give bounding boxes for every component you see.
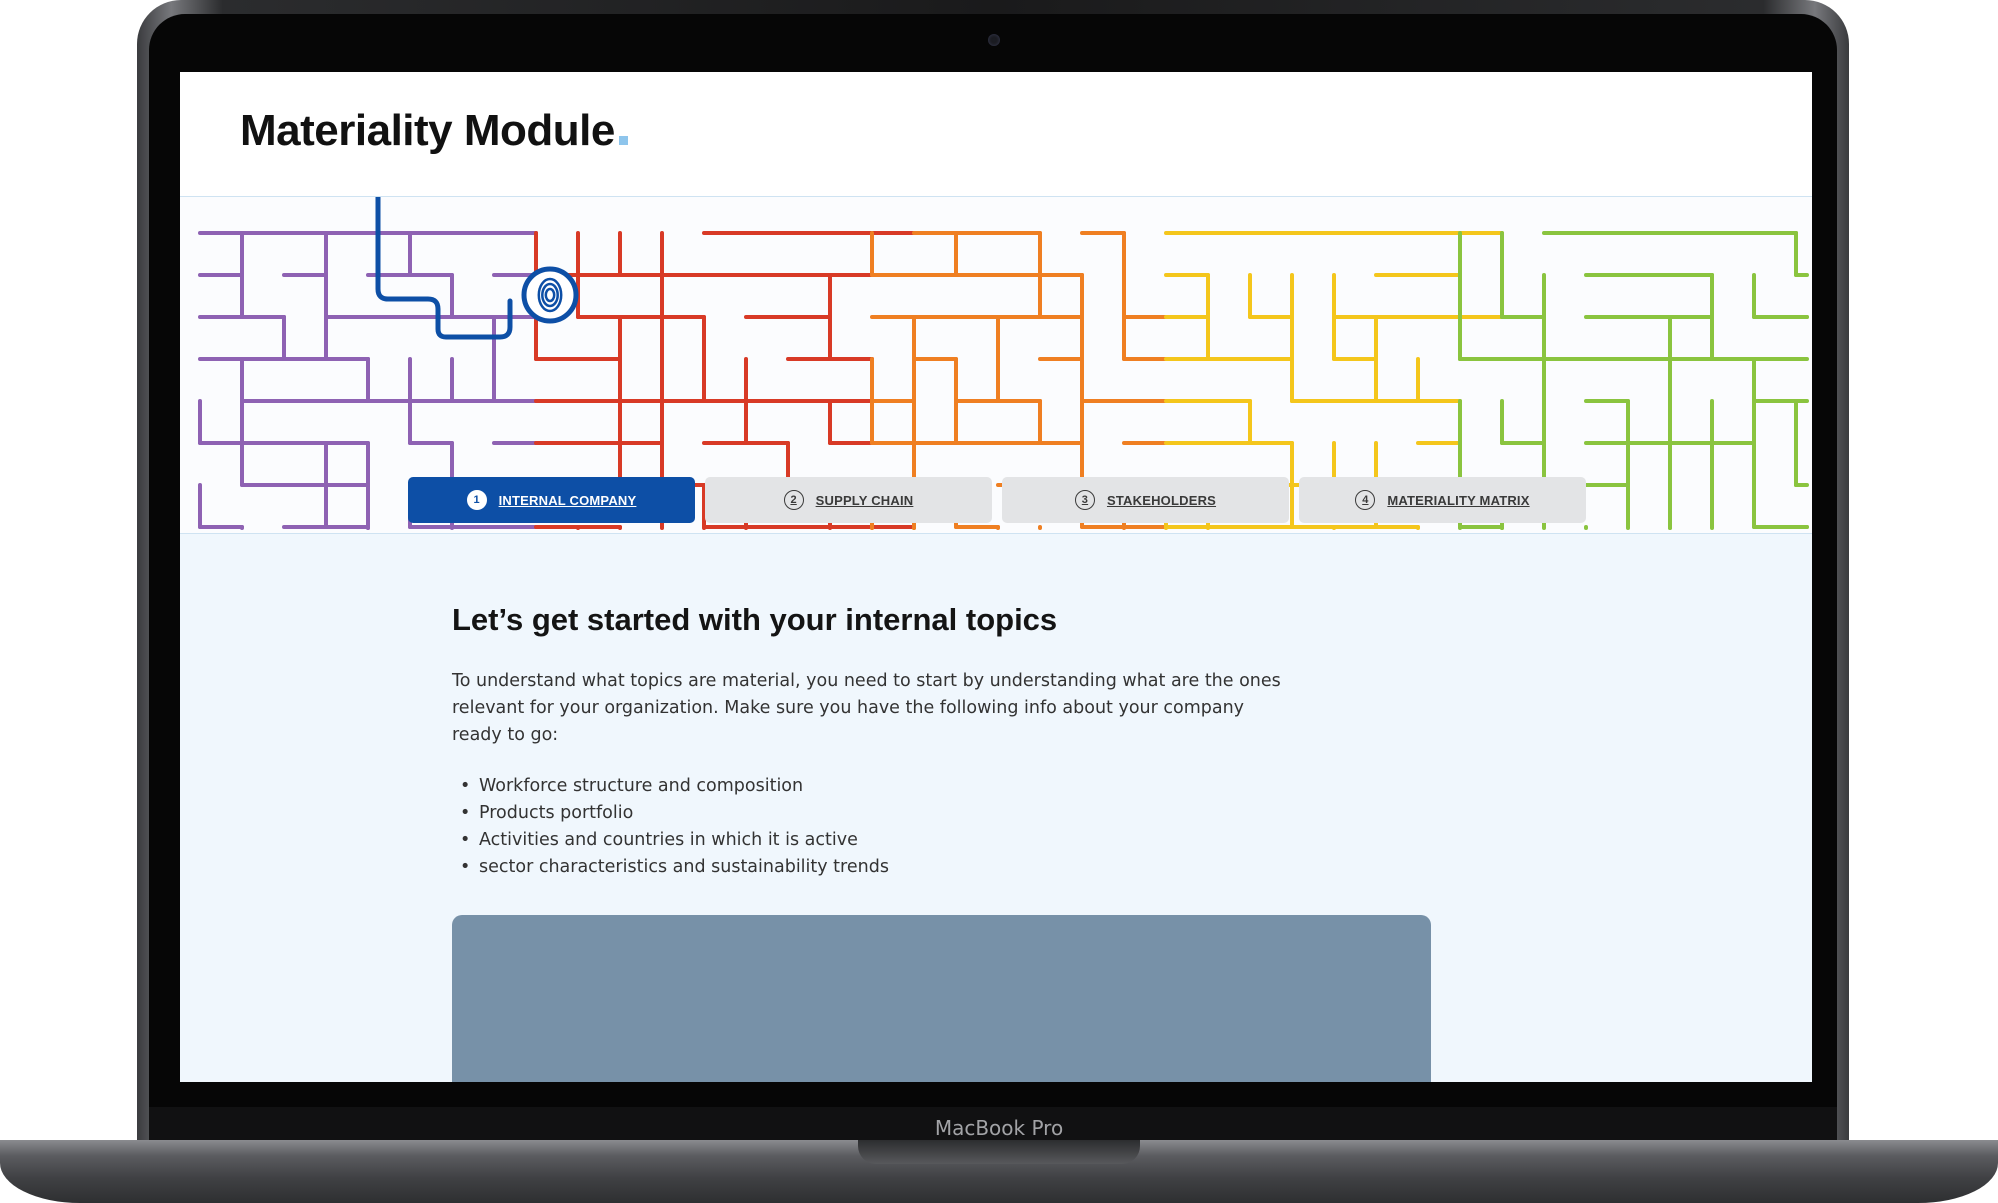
intro-text: To understand what topics are material, … — [452, 671, 1281, 745]
fingerprint-icon — [521, 266, 579, 324]
device-label: MacBook Pro — [934, 1116, 1064, 1140]
camera-icon — [988, 34, 1000, 46]
list-item: Products portfolio — [452, 800, 1312, 827]
requirements-list: Workforce structure and composition Prod… — [452, 773, 1312, 881]
main-content: Let’s get started with your internal top… — [452, 602, 1312, 881]
list-item: Activities and countries in which it is … — [452, 827, 1312, 854]
list-item: Workforce structure and composition — [452, 773, 1312, 800]
step-number: 3 — [1074, 490, 1095, 510]
step-number: 4 — [1355, 490, 1376, 510]
step-tabs: 1 INTERNAL COMPANY 2 SUPPLY CHAIN 3 STAK… — [408, 477, 1598, 523]
title-dot — [618, 136, 628, 145]
tab-supply-chain[interactable]: 2 SUPPLY CHAIN — [705, 477, 992, 523]
tab-label: STAKEHOLDERS — [1106, 492, 1217, 508]
tab-materiality-matrix[interactable]: 4 MATERIALITY MATRIX — [1299, 477, 1586, 523]
media-placeholder — [452, 915, 1431, 1082]
page-title: Materiality Module — [240, 106, 615, 155]
tab-label: SUPPLY CHAIN — [815, 492, 914, 508]
section-heading: Let’s get started with your internal top… — [452, 602, 1058, 637]
step-number: 1 — [466, 490, 487, 510]
tab-label: MATERIALITY MATRIX — [1387, 492, 1530, 508]
page-header: Materiality Module — [180, 72, 1812, 196]
step-number: 2 — [783, 490, 804, 510]
tab-stakeholders[interactable]: 3 STAKEHOLDERS — [1002, 477, 1289, 523]
list-item: sector characteristics and sustainabilit… — [452, 854, 1312, 881]
app-screen: Materiality Module 1 INTERNAL COMPANY 2 … — [180, 72, 1812, 1082]
tab-label: INTERNAL COMPANY — [498, 492, 637, 508]
tab-internal-company[interactable]: 1 INTERNAL COMPANY — [408, 477, 695, 523]
laptop-notch — [858, 1140, 1140, 1164]
page-title-wrap: Materiality Module — [240, 106, 628, 156]
